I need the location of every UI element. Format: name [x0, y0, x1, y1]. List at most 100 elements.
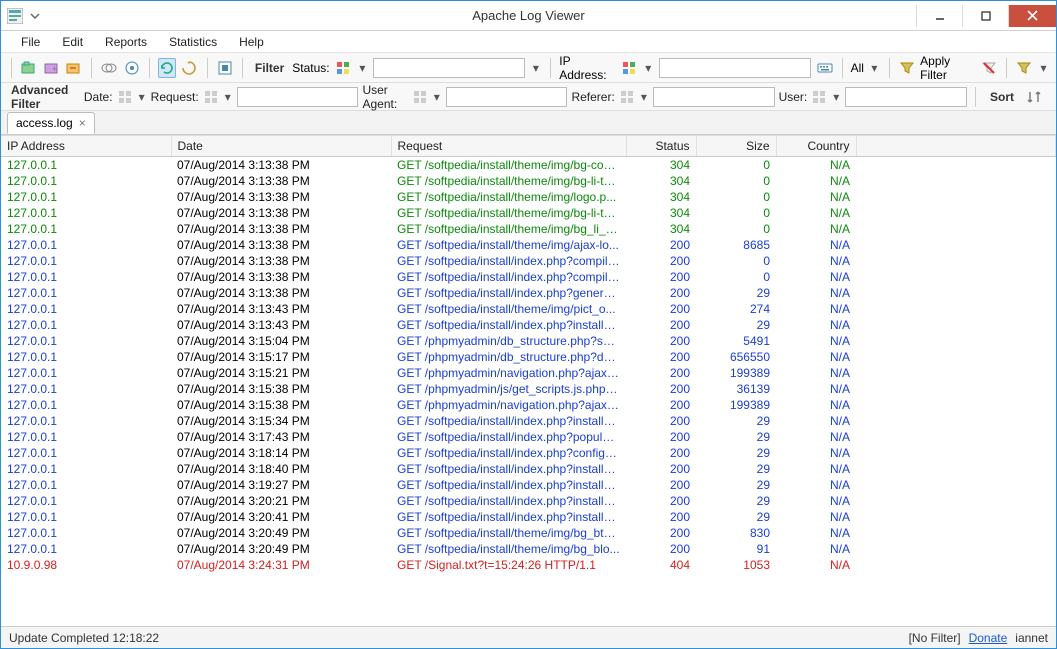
cell-country: N/A — [776, 301, 856, 317]
table-row[interactable]: 127.0.0.107/Aug/2014 3:13:38 PMGET /soft… — [1, 157, 1056, 174]
useragent-dropdown-icon[interactable]: ▾ — [432, 90, 442, 104]
apply-filter-label[interactable]: Apply Filter — [920, 54, 975, 82]
cell-date: 07/Aug/2014 3:13:38 PM — [171, 173, 391, 189]
table-row[interactable]: 127.0.0.107/Aug/2014 3:13:38 PMGET /soft… — [1, 269, 1056, 285]
open-log-icon[interactable] — [20, 58, 38, 78]
useragent-grid-icon[interactable] — [412, 87, 428, 107]
table-row[interactable]: 127.0.0.107/Aug/2014 3:13:43 PMGET /soft… — [1, 301, 1056, 317]
log-table-wrap[interactable]: IP Address Date Request Status Size Coun… — [1, 135, 1056, 626]
table-row[interactable]: 127.0.0.107/Aug/2014 3:15:34 PMGET /soft… — [1, 413, 1056, 429]
table-row[interactable]: 127.0.0.107/Aug/2014 3:15:17 PMGET /phpm… — [1, 349, 1056, 365]
ip-filter-input[interactable] — [659, 58, 812, 78]
table-row[interactable]: 127.0.0.107/Aug/2014 3:20:41 PMGET /soft… — [1, 509, 1056, 525]
donate-link[interactable]: Donate — [969, 631, 1008, 645]
auto-refresh-icon[interactable] — [180, 58, 198, 78]
sort-icon[interactable] — [1024, 87, 1044, 107]
filter-menu-icon[interactable] — [1015, 58, 1033, 78]
table-row[interactable]: 127.0.0.107/Aug/2014 3:13:38 PMGET /soft… — [1, 253, 1056, 269]
status-dropdown-icon[interactable]: ▾ — [356, 61, 369, 75]
apply-filter-icon[interactable] — [898, 58, 916, 78]
table-row[interactable]: 127.0.0.107/Aug/2014 3:20:49 PMGET /soft… — [1, 541, 1056, 557]
close-button[interactable] — [1008, 5, 1056, 27]
tool-icon-1[interactable] — [100, 58, 118, 78]
refresh-icon[interactable] — [158, 58, 177, 78]
table-row[interactable]: 127.0.0.107/Aug/2014 3:13:38 PMGET /soft… — [1, 237, 1056, 253]
menu-edit[interactable]: Edit — [52, 33, 93, 51]
useragent-filter-input[interactable] — [446, 87, 568, 107]
tab-accesslog[interactable]: access.log × — [7, 112, 95, 134]
cell-country: N/A — [776, 397, 856, 413]
maximize-button[interactable] — [962, 5, 1008, 27]
col-date[interactable]: Date — [171, 136, 391, 157]
minimize-button[interactable] — [916, 5, 962, 27]
referer-dropdown-icon[interactable]: ▾ — [639, 90, 649, 104]
menu-statistics[interactable]: Statistics — [159, 33, 227, 51]
menu-file[interactable]: File — [11, 33, 50, 51]
add-log-icon[interactable]: + — [42, 58, 60, 78]
ip-dropdown-icon[interactable]: ▾ — [642, 61, 655, 75]
dropdown-icon[interactable] — [27, 8, 43, 24]
table-row[interactable]: 127.0.0.107/Aug/2014 3:15:38 PMGET /phpm… — [1, 381, 1056, 397]
col-size[interactable]: Size — [696, 136, 776, 157]
table-row[interactable]: 127.0.0.107/Aug/2014 3:18:14 PMGET /soft… — [1, 445, 1056, 461]
settings-icon[interactable] — [216, 58, 234, 78]
user-grid-icon[interactable] — [811, 87, 827, 107]
cell-req: GET /softpedia/install/theme/img/logo.p.… — [391, 189, 626, 205]
col-ip[interactable]: IP Address — [1, 136, 171, 157]
table-row[interactable]: 127.0.0.107/Aug/2014 3:15:38 PMGET /phpm… — [1, 397, 1056, 413]
date-grid-icon[interactable] — [117, 87, 133, 107]
cell-date: 07/Aug/2014 3:13:38 PM — [171, 157, 391, 174]
status-left: Update Completed 12:18:22 — [9, 631, 159, 645]
ip-grid-icon[interactable] — [619, 58, 637, 78]
status-filter-input[interactable] — [373, 58, 526, 78]
status-input-dropdown-icon[interactable]: ▾ — [529, 61, 542, 75]
menu-help[interactable]: Help — [229, 33, 274, 51]
status-grid-icon[interactable] — [334, 58, 352, 78]
date-dropdown-icon[interactable]: ▾ — [137, 90, 147, 104]
cell-ip: 127.0.0.1 — [1, 269, 171, 285]
table-row[interactable]: 127.0.0.107/Aug/2014 3:13:38 PMGET /soft… — [1, 285, 1056, 301]
table-row[interactable]: 127.0.0.107/Aug/2014 3:15:21 PMGET /phpm… — [1, 365, 1056, 381]
remove-log-icon[interactable] — [65, 58, 83, 78]
request-dropdown-icon[interactable]: ▾ — [223, 90, 233, 104]
table-row[interactable]: 127.0.0.107/Aug/2014 3:13:38 PMGET /soft… — [1, 189, 1056, 205]
cell-country: N/A — [776, 189, 856, 205]
table-row[interactable]: 127.0.0.107/Aug/2014 3:20:21 PMGET /soft… — [1, 493, 1056, 509]
table-row[interactable]: 127.0.0.107/Aug/2014 3:20:49 PMGET /soft… — [1, 525, 1056, 541]
clear-filter-icon[interactable] — [979, 58, 997, 78]
all-dropdown-icon[interactable]: ▾ — [868, 61, 881, 75]
col-country[interactable]: Country — [776, 136, 856, 157]
table-row[interactable]: 127.0.0.107/Aug/2014 3:17:43 PMGET /soft… — [1, 429, 1056, 445]
referer-grid-icon[interactable] — [619, 87, 635, 107]
cell-size: 0 — [696, 221, 776, 237]
cell-date: 07/Aug/2014 3:15:21 PM — [171, 365, 391, 381]
filter-menu-dropdown-icon[interactable]: ▾ — [1037, 61, 1050, 75]
cell-country: N/A — [776, 413, 856, 429]
tab-close-icon[interactable]: × — [79, 116, 86, 130]
table-row[interactable]: 127.0.0.107/Aug/2014 3:13:38 PMGET /soft… — [1, 221, 1056, 237]
cell-status: 200 — [626, 381, 696, 397]
cell-date: 07/Aug/2014 3:18:40 PM — [171, 461, 391, 477]
all-label[interactable]: All — [851, 61, 864, 75]
referer-filter-input[interactable] — [653, 87, 775, 107]
col-status[interactable]: Status — [626, 136, 696, 157]
user-filter-input[interactable] — [845, 87, 967, 107]
user-dropdown-icon[interactable]: ▾ — [831, 90, 841, 104]
cell-size: 29 — [696, 413, 776, 429]
request-filter-input[interactable] — [237, 87, 359, 107]
cell-req: GET /phpmyadmin/js/get_scripts.js.php?..… — [391, 381, 626, 397]
table-row[interactable]: 127.0.0.107/Aug/2014 3:19:27 PMGET /soft… — [1, 477, 1056, 493]
cell-ip: 127.0.0.1 — [1, 301, 171, 317]
table-row[interactable]: 10.9.0.9807/Aug/2014 3:24:31 PMGET /Sign… — [1, 557, 1056, 573]
table-row[interactable]: 127.0.0.107/Aug/2014 3:13:43 PMGET /soft… — [1, 317, 1056, 333]
request-grid-icon[interactable] — [203, 87, 219, 107]
menu-reports[interactable]: Reports — [95, 33, 157, 51]
col-request[interactable]: Request — [391, 136, 626, 157]
table-row[interactable]: 127.0.0.107/Aug/2014 3:13:38 PMGET /soft… — [1, 205, 1056, 221]
table-row[interactable]: 127.0.0.107/Aug/2014 3:15:04 PMGET /phpm… — [1, 333, 1056, 349]
table-row[interactable]: 127.0.0.107/Aug/2014 3:13:38 PMGET /soft… — [1, 173, 1056, 189]
cell-country: N/A — [776, 333, 856, 349]
table-row[interactable]: 127.0.0.107/Aug/2014 3:18:40 PMGET /soft… — [1, 461, 1056, 477]
tool-icon-2[interactable] — [122, 58, 140, 78]
keyboard-icon[interactable] — [815, 58, 833, 78]
